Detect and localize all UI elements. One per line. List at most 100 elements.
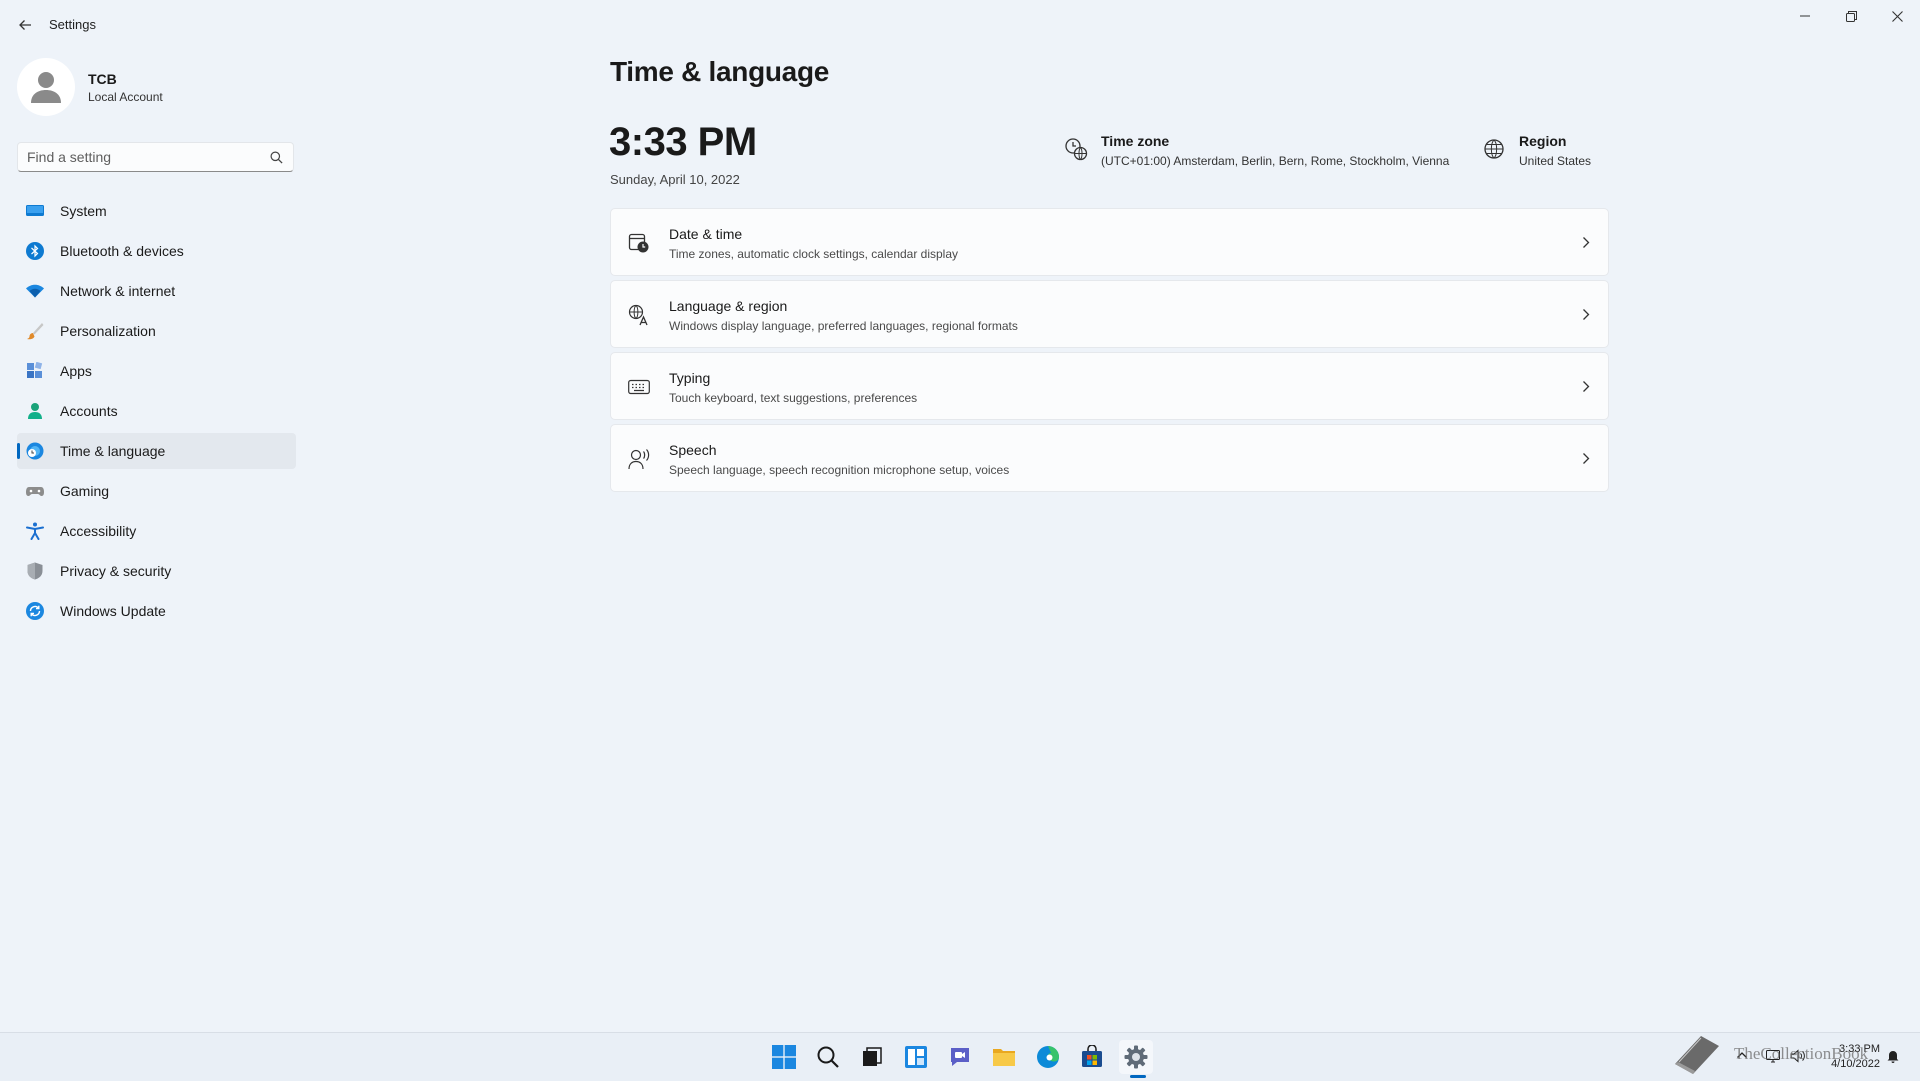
- title-bar: Settings: [0, 0, 1920, 48]
- calendar-clock-icon: [628, 233, 649, 253]
- language-region-card[interactable]: Language & region Windows display langua…: [610, 280, 1609, 348]
- minimize-icon: [1800, 15, 1810, 17]
- monitor-icon: [26, 205, 44, 216]
- sidebar-item-accessibility[interactable]: Accessibility: [17, 513, 296, 549]
- file-explorer-button[interactable]: [987, 1040, 1021, 1074]
- card-subtitle: Speech language, speech recognition micr…: [669, 463, 1010, 477]
- active-app-indicator: [1130, 1075, 1146, 1078]
- brush-icon: [27, 323, 44, 340]
- region-title: Region: [1519, 133, 1567, 149]
- sidebar-item-system[interactable]: System: [17, 193, 296, 229]
- edge-button[interactable]: [1031, 1040, 1065, 1074]
- bluetooth-icon: [26, 242, 44, 260]
- sidebar-item-label: Bluetooth & devices: [60, 243, 184, 259]
- wifi-icon: [26, 284, 44, 298]
- chevron-right-icon: [1583, 309, 1590, 320]
- current-time: 3:33 PM: [609, 120, 757, 164]
- close-icon: [1891, 10, 1903, 22]
- sidebar-item-label: System: [60, 203, 107, 219]
- card-title: Speech: [669, 442, 717, 458]
- sidebar-item-label: Network & internet: [60, 283, 176, 299]
- speech-icon: [628, 449, 650, 470]
- chevron-right-icon: [1583, 453, 1590, 464]
- sidebar-item-bluetooth-devices[interactable]: Bluetooth & devices: [17, 233, 296, 269]
- search-input[interactable]: [27, 148, 257, 166]
- card-subtitle: Windows display language, preferred lang…: [669, 319, 1018, 333]
- sidebar-item-network-internet[interactable]: Network & internet: [17, 273, 296, 309]
- globe-icon: [1484, 139, 1504, 159]
- task-view-button[interactable]: [855, 1040, 889, 1074]
- region-value: United States: [1519, 154, 1592, 168]
- timezone-value: (UTC+01:00) Amsterdam, Berlin, Bern, Rom…: [1101, 154, 1450, 168]
- settings-button[interactable]: [1119, 1040, 1153, 1074]
- timezone-title: Time zone: [1101, 133, 1170, 149]
- edge-icon: [1037, 1046, 1059, 1068]
- typing-card[interactable]: Typing Touch keyboard, text suggestions,…: [610, 352, 1609, 420]
- sidebar-item-label: Time & language: [60, 443, 166, 459]
- chat-icon: [951, 1048, 969, 1066]
- taskbar-search-button[interactable]: [811, 1040, 845, 1074]
- widgets-button[interactable]: [899, 1040, 933, 1074]
- sidebar-item-apps[interactable]: Apps: [17, 353, 296, 389]
- settings-icon: [1124, 1045, 1148, 1069]
- app-title: Settings: [49, 17, 96, 32]
- speech-card[interactable]: Speech Speech language, speech recogniti…: [610, 424, 1609, 492]
- sidebar-item-time-language[interactable]: Time & language: [17, 433, 296, 469]
- notification-bell-icon[interactable]: [1886, 1049, 1900, 1063]
- language-icon: [628, 304, 648, 326]
- update-icon: [26, 602, 44, 620]
- person-icon: [28, 403, 42, 419]
- sidebar-nav: System Bluetooth & devices Network & int…: [17, 193, 296, 633]
- back-button[interactable]: [10, 10, 40, 40]
- region-info: Region United States: [1482, 133, 1591, 168]
- sidebar-item-personalization[interactable]: Personalization: [17, 313, 296, 349]
- keyboard-icon: [628, 379, 650, 395]
- card-title: Date & time: [669, 226, 743, 242]
- taskbar: 3:33 PM 4/10/2022: [0, 1032, 1920, 1081]
- sidebar-item-label: Gaming: [60, 483, 110, 499]
- profile-name: TCB: [88, 70, 117, 87]
- chevron-right-icon: [1583, 237, 1590, 248]
- page-title: Time & language: [610, 56, 830, 87]
- store-button[interactable]: [1075, 1040, 1109, 1074]
- sidebar-item-windows-update[interactable]: Windows Update: [17, 593, 296, 629]
- gamepad-icon: [26, 487, 44, 496]
- sidebar-item-label: Accessibility: [60, 523, 137, 539]
- sidebar-item-label: Accounts: [60, 403, 118, 419]
- sidebar-item-gaming[interactable]: Gaming: [17, 473, 296, 509]
- globe-clock-icon: [1065, 138, 1088, 161]
- sidebar-item-label: Windows Update: [60, 603, 166, 619]
- date-time-card[interactable]: Date & time Time zones, automatic clock …: [610, 208, 1609, 276]
- card-title: Language & region: [669, 298, 788, 314]
- start-icon: [772, 1045, 796, 1069]
- search-box[interactable]: [17, 142, 294, 172]
- avatar[interactable]: [17, 58, 75, 116]
- sidebar-item-label: Apps: [60, 363, 92, 379]
- back-arrow-icon: [19, 20, 31, 30]
- card-subtitle: Touch keyboard, text suggestions, prefer…: [669, 391, 918, 405]
- minimize-button[interactable]: [1782, 0, 1828, 32]
- card-subtitle: Time zones, automatic clock settings, ca…: [669, 247, 959, 261]
- sidebar-item-label: Privacy & security: [60, 563, 172, 579]
- sidebar-item-accounts[interactable]: Accounts: [17, 393, 296, 429]
- restore-button[interactable]: [1828, 0, 1874, 32]
- task-view-icon: [863, 1047, 882, 1066]
- search-icon[interactable]: [270, 151, 283, 164]
- chat-button[interactable]: [943, 1040, 977, 1074]
- start-button[interactable]: [767, 1040, 801, 1074]
- chevron-right-icon: [1583, 381, 1590, 392]
- sidebar-item-privacy-security[interactable]: Privacy & security: [17, 553, 296, 589]
- current-date: Sunday, April 10, 2022: [610, 172, 740, 187]
- shield-icon: [27, 562, 43, 580]
- apps-icon: [27, 362, 43, 378]
- user-avatar-icon: [31, 72, 61, 103]
- close-button[interactable]: [1874, 0, 1920, 32]
- sidebar-item-label: Personalization: [60, 323, 156, 339]
- user-profile[interactable]: TCB Local Account: [17, 57, 163, 117]
- search-icon: [817, 1046, 839, 1068]
- book-watermark-icon: [1675, 1036, 1719, 1074]
- restore-icon: [1845, 10, 1857, 22]
- timezone-info: Time zone (UTC+01:00) Amsterdam, Berlin,…: [1064, 133, 1449, 168]
- watermark-text: TheCollectionBook: [1734, 1044, 1869, 1063]
- accessibility-icon: [26, 522, 44, 540]
